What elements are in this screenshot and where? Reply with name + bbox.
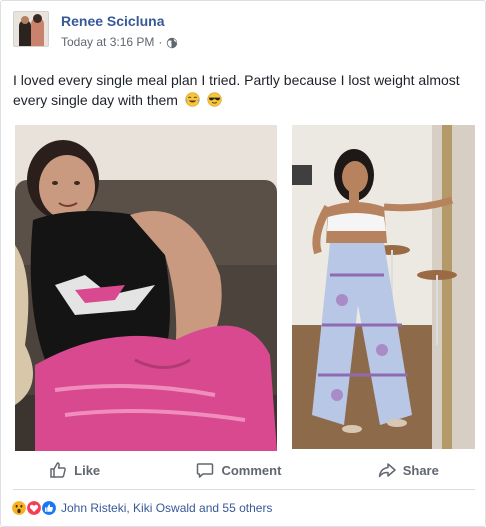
comment-button[interactable]: Comment: [196, 461, 281, 479]
love-icon: [26, 500, 42, 516]
like-icon: [41, 500, 57, 516]
comment-label: Comment: [221, 462, 282, 478]
post-text: I loved every single meal plan I tried. …: [13, 70, 475, 110]
reactions-summary[interactable]: John Risteki, Kiki Oswald and 55 others: [11, 499, 272, 517]
author-name[interactable]: Renee Scicluna: [61, 12, 178, 30]
post-header: Renee Scicluna Today at 3:16 PM ·: [13, 11, 178, 55]
separator: ·: [158, 35, 163, 49]
post-meta: Renee Scicluna Today at 3:16 PM ·: [61, 11, 178, 51]
divider: [13, 489, 475, 490]
before-photo[interactable]: [15, 125, 277, 451]
wow-icon: [11, 500, 27, 516]
comment-icon: [197, 463, 214, 478]
post-timestamp[interactable]: Today at 3:16 PM: [61, 33, 154, 51]
post-body: I loved every single meal plan I tried. …: [13, 72, 460, 108]
like-label: Like: [74, 462, 101, 478]
globe-icon[interactable]: [166, 36, 178, 49]
post-actions: Like Comment Share: [1, 455, 486, 485]
reaction-icons: [11, 500, 57, 516]
avatar[interactable]: [13, 11, 49, 47]
sunglasses-emoji: [207, 92, 222, 107]
share-icon: [378, 463, 396, 478]
post-subline: Today at 3:16 PM ·: [61, 33, 178, 51]
reactions-text[interactable]: John Risteki, Kiki Oswald and 55 others: [61, 501, 272, 515]
share-label: Share: [402, 462, 439, 478]
after-photo[interactable]: [292, 125, 475, 449]
share-button[interactable]: Share: [378, 461, 439, 479]
tears-of-joy-emoji: [185, 92, 200, 107]
post-card: Renee Scicluna Today at 3:16 PM · I love…: [0, 0, 486, 527]
after-photo-image: [292, 125, 475, 449]
thumbs-up-icon: [50, 462, 67, 478]
before-photo-image: [15, 125, 277, 451]
like-button[interactable]: Like: [49, 461, 100, 479]
